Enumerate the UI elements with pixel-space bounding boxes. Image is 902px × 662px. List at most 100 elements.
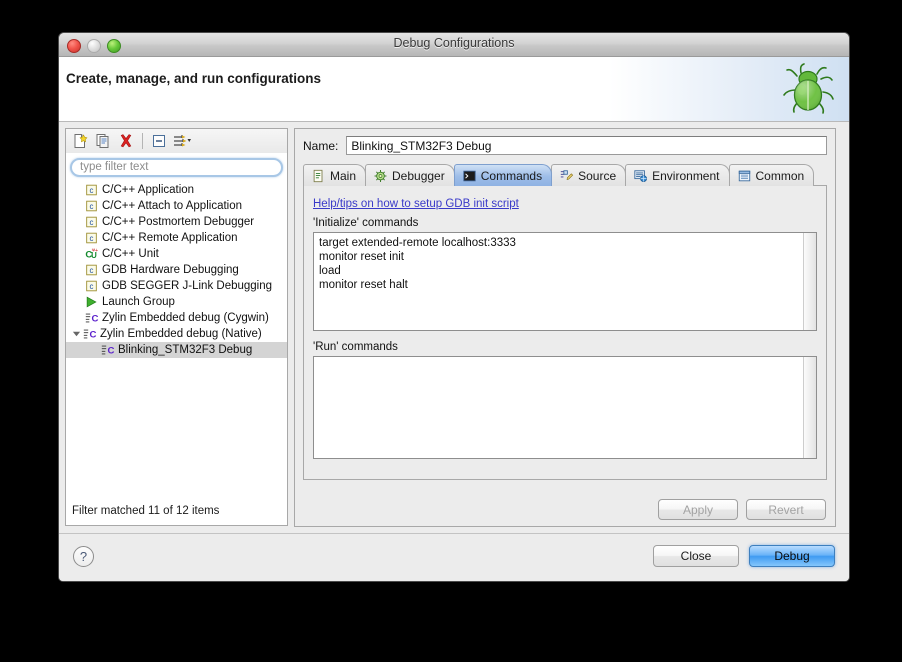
tree-item-label: Blinking_STM32F3 Debug bbox=[118, 343, 253, 356]
delete-configuration-button[interactable] bbox=[116, 132, 136, 151]
green-play-icon bbox=[84, 295, 99, 309]
svg-text:c: c bbox=[90, 186, 94, 195]
c-file-icon: c bbox=[84, 215, 99, 229]
chevron-down-icon[interactable] bbox=[70, 328, 82, 340]
tree-item[interactable]: C U ++ C/C++ Unit bbox=[66, 246, 287, 262]
console-icon bbox=[462, 169, 477, 183]
configuration-tabs[interactable]: Main Debugger Commands Source Environment Com… bbox=[303, 163, 827, 186]
c-file-icon: c bbox=[84, 183, 99, 197]
zylin-debug-icon: C bbox=[84, 311, 99, 325]
tree-item[interactable]: C Zylin Embedded debug (Cygwin) bbox=[66, 310, 287, 326]
svg-text:C: C bbox=[108, 345, 115, 356]
configuration-name-input[interactable] bbox=[346, 136, 827, 155]
svg-text:++: ++ bbox=[92, 247, 98, 253]
bug-gear-icon bbox=[373, 169, 388, 183]
tree-toolbar bbox=[65, 128, 288, 153]
document-icon bbox=[311, 169, 326, 183]
tab-label: Source bbox=[578, 168, 617, 183]
revert-button[interactable]: Revert bbox=[746, 499, 826, 520]
tab-source[interactable]: Source bbox=[551, 164, 627, 186]
tree-filter-wrap bbox=[65, 153, 288, 180]
svg-text:c: c bbox=[90, 234, 94, 243]
run-scrollbar[interactable] bbox=[803, 357, 816, 458]
filter-menu-button[interactable] bbox=[172, 132, 192, 151]
initialize-commands-label: 'Initialize' commands bbox=[313, 217, 419, 229]
tab-label: Commands bbox=[480, 168, 543, 183]
initialize-scrollbar[interactable] bbox=[803, 233, 816, 330]
configurations-tree[interactable]: c C/C++ Application c C/C++ Attach to Appli… bbox=[65, 179, 288, 498]
tree-item[interactable]: c GDB SEGGER J-Link Debugging bbox=[66, 278, 287, 294]
tree-item[interactable]: c C/C++ Attach to Application bbox=[66, 198, 287, 214]
tab-common[interactable]: Common bbox=[728, 164, 815, 186]
svg-text:c: c bbox=[90, 218, 94, 227]
tree-item-selected[interactable]: C Blinking_STM32F3 Debug bbox=[66, 341, 287, 358]
run-commands-box[interactable] bbox=[313, 356, 817, 459]
tab-environment[interactable]: Environment bbox=[625, 164, 730, 186]
tree-item[interactable]: c C/C++ Application bbox=[66, 182, 287, 198]
close-dialog-button[interactable]: Close bbox=[653, 545, 739, 567]
apply-button[interactable]: Apply bbox=[658, 499, 738, 520]
configurations-tree-panel: c C/C++ Application c C/C++ Attach to Appli… bbox=[65, 128, 288, 527]
tree-item-label: C/C++ Attach to Application bbox=[102, 199, 243, 212]
tree-item[interactable]: c C/C++ Remote Application bbox=[66, 230, 287, 246]
c-file-icon: c bbox=[84, 279, 99, 293]
zylin-debug-icon: C bbox=[82, 327, 97, 341]
tab-main[interactable]: Main bbox=[303, 164, 367, 186]
commands-tab-panel: Help/tips on how to setup GDB init scrip… bbox=[303, 185, 827, 480]
tree-item-label: GDB SEGGER J-Link Debugging bbox=[102, 279, 273, 292]
tree-item-label: C/C++ Unit bbox=[102, 247, 159, 260]
name-row: Name: bbox=[303, 136, 827, 155]
filter-status-label: Filter matched 11 of 12 items bbox=[65, 497, 288, 526]
dialog-body: c C/C++ Application c C/C++ Attach to Appli… bbox=[59, 122, 849, 533]
initialize-commands-box[interactable]: target extended-remote localhost:3333 mo… bbox=[313, 232, 817, 331]
apply-revert-row: Apply Revert bbox=[658, 499, 826, 520]
svg-text:C: C bbox=[92, 313, 99, 324]
debug-button[interactable]: Debug bbox=[749, 545, 835, 567]
search-input[interactable] bbox=[70, 157, 283, 177]
tree-item-label: Zylin Embedded debug (Cygwin) bbox=[102, 311, 269, 324]
tab-label: Common bbox=[755, 168, 805, 183]
dialog-header: Create, manage, and run configurations bbox=[59, 57, 849, 122]
tree-item[interactable]: Launch Group bbox=[66, 294, 287, 310]
common-list-icon bbox=[737, 169, 752, 183]
tree-item-label: Launch Group bbox=[102, 295, 175, 308]
help-button[interactable]: ? bbox=[73, 546, 94, 567]
footer-buttons: Close Debug bbox=[653, 545, 835, 567]
initialize-commands-text[interactable]: target extended-remote localhost:3333 mo… bbox=[314, 233, 816, 295]
environment-icon bbox=[633, 169, 648, 183]
tab-label: Main bbox=[330, 168, 357, 183]
desktop-backdrop: Debug Configurations Create, manage, and… bbox=[0, 0, 902, 662]
tree-item[interactable]: c GDB Hardware Debugging bbox=[66, 262, 287, 278]
run-commands-text[interactable] bbox=[314, 357, 816, 363]
tab-commands[interactable]: Commands bbox=[453, 164, 553, 186]
tree-item-label: C/C++ Application bbox=[102, 183, 195, 196]
run-commands-label: 'Run' commands bbox=[313, 341, 398, 353]
tree-item-label: GDB Hardware Debugging bbox=[102, 263, 239, 276]
svg-text:c: c bbox=[90, 282, 94, 291]
collapse-all-button[interactable] bbox=[149, 132, 169, 151]
c-file-icon: c bbox=[84, 231, 99, 245]
cpp-unit-icon: C U ++ bbox=[84, 247, 99, 261]
tab-label: Debugger bbox=[392, 168, 445, 183]
toolbar-separator bbox=[142, 133, 143, 149]
new-configuration-button[interactable] bbox=[70, 132, 90, 151]
source-edit-icon bbox=[559, 169, 574, 183]
name-label: Name: bbox=[303, 138, 339, 153]
dialog-footer: ? Close Debug bbox=[59, 533, 849, 581]
tab-debugger[interactable]: Debugger bbox=[365, 164, 455, 186]
debug-configurations-window: Debug Configurations Create, manage, and… bbox=[58, 32, 850, 582]
c-file-icon: c bbox=[84, 263, 99, 277]
window-titlebar[interactable]: Debug Configurations bbox=[59, 33, 849, 57]
gdb-init-help-link[interactable]: Help/tips on how to setup GDB init scrip… bbox=[313, 198, 519, 210]
tree-item[interactable]: C Zylin Embedded debug (Native) bbox=[66, 326, 287, 342]
zylin-debug-icon: C bbox=[100, 343, 115, 357]
svg-text:c: c bbox=[90, 266, 94, 275]
duplicate-configuration-button[interactable] bbox=[93, 132, 113, 151]
tree-item[interactable]: c C/C++ Postmortem Debugger bbox=[66, 214, 287, 230]
tree-item-label: C/C++ Remote Application bbox=[102, 231, 238, 244]
tree-item-label: Zylin Embedded debug (Native) bbox=[100, 327, 262, 340]
window-title: Debug Configurations bbox=[393, 36, 515, 50]
svg-text:C: C bbox=[90, 329, 97, 340]
svg-text:c: c bbox=[90, 202, 94, 211]
page-title: Create, manage, and run configurations bbox=[66, 71, 322, 86]
